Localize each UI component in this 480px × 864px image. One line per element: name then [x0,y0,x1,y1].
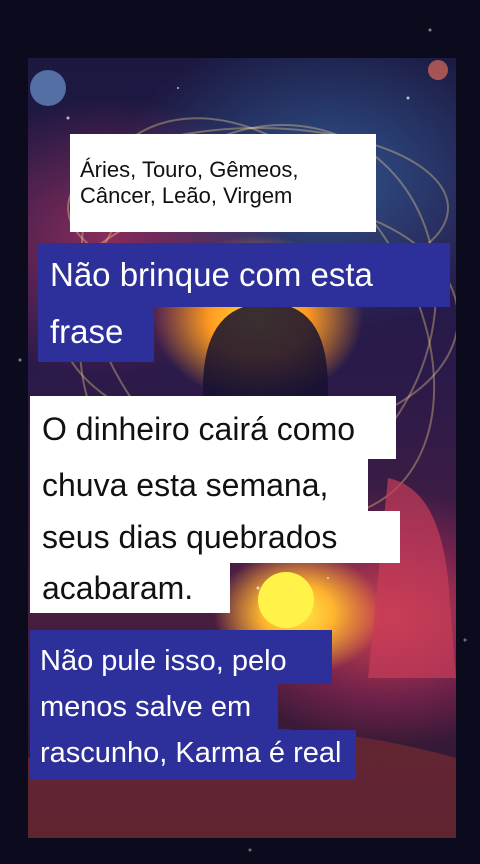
signs-line-2: Câncer, Leão, Virgem [80,183,293,208]
cta-caption-line-3: rascunho, Karma é real [30,730,356,780]
message-text-2: chuva esta semana, [42,467,329,503]
warning-caption-line-1: Não brinque com esta [38,243,450,307]
message-text-3: seus dias quebrados [42,519,338,555]
warning-text-1: Não brinque com esta [50,256,373,293]
cta-caption-line-1: Não pule isso, pelo [30,630,332,684]
zodiac-signs-caption: Áries, Touro, Gêmeos, Câncer, Leão, Virg… [70,134,376,232]
warning-caption-line-2: frase [38,306,154,362]
cta-text-1: Não pule isso, pelo [40,645,287,677]
cta-text-3: rascunho, Karma é real [40,737,342,769]
message-text-1: O dinheiro cairá como [42,411,356,447]
message-text-4: acabaram. [42,570,194,606]
signs-line-1: Áries, Touro, Gêmeos, [80,156,299,182]
money-message-line-2: chuva esta semana, [30,459,368,511]
money-message-line-4: acabaram. [30,563,230,613]
money-message-line-1: O dinheiro cairá como [30,396,396,459]
cta-caption-line-2: menos salve em [30,684,278,730]
money-message-line-3: seus dias quebrados [30,511,400,563]
warning-text-2: frase [50,313,124,350]
cta-text-2: menos salve em [40,691,252,723]
